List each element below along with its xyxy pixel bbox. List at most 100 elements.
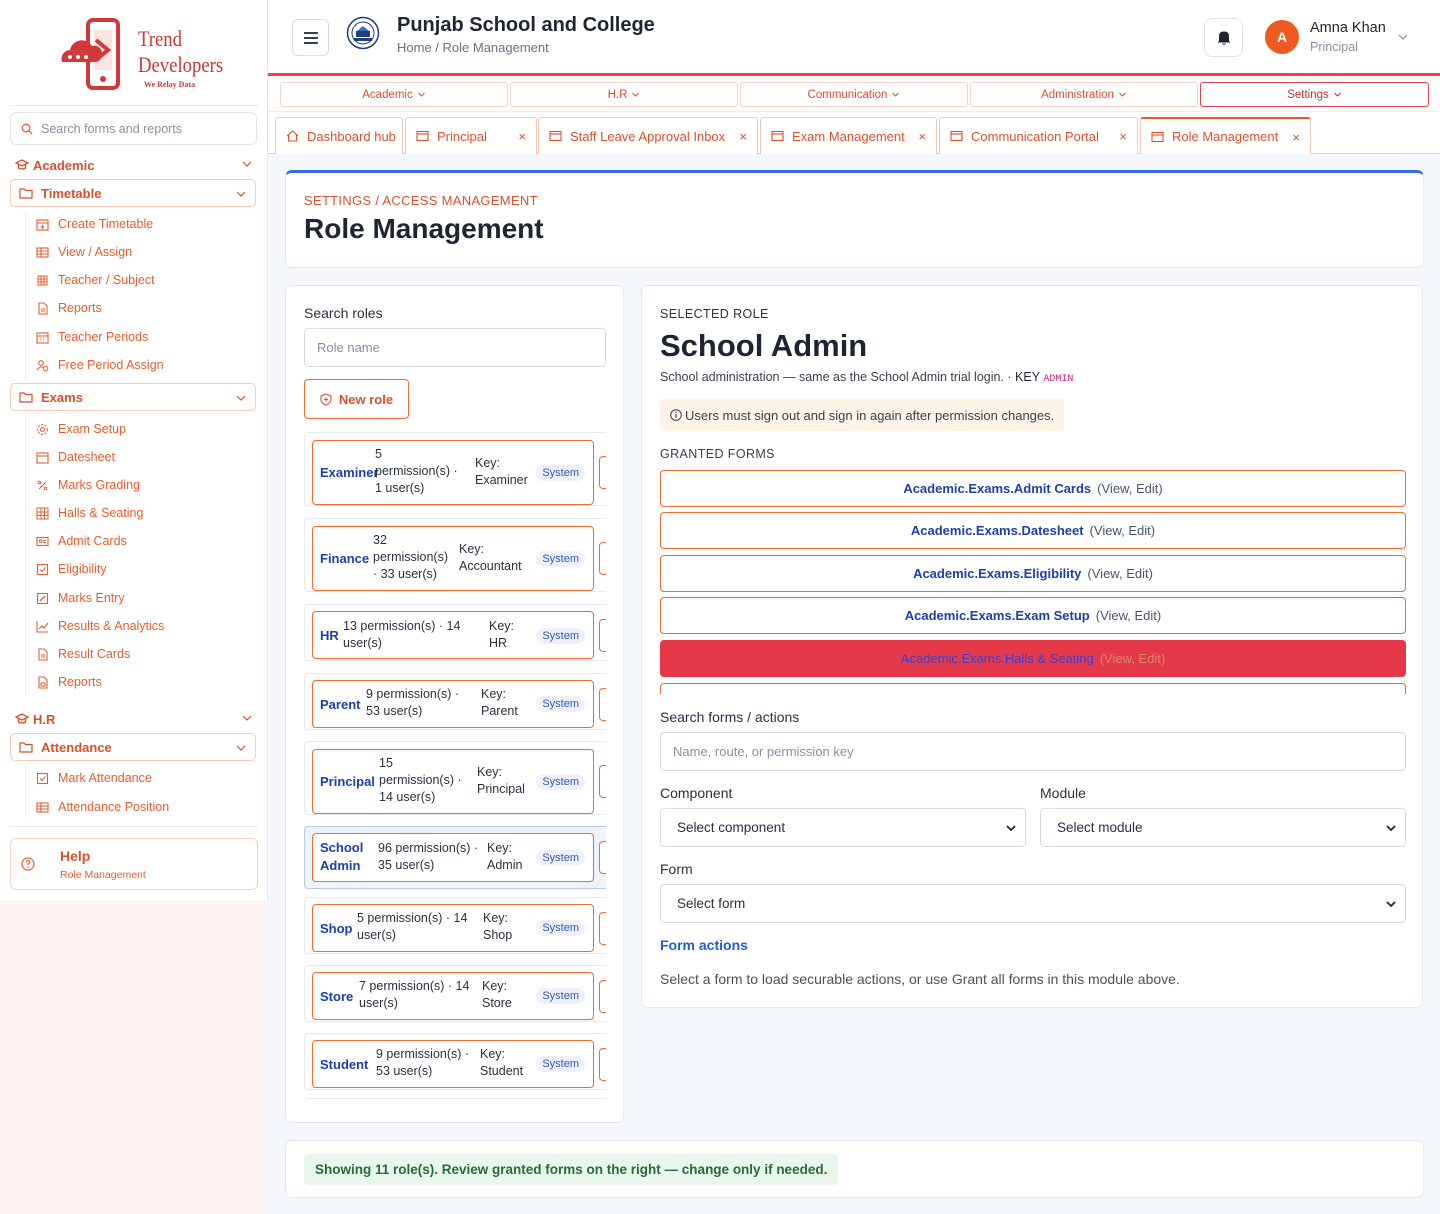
search-icon bbox=[21, 123, 33, 134]
granted-form-item[interactable]: Academic.Exams.Datesheet (View, Edit) bbox=[660, 512, 1406, 549]
module-select[interactable]: Select module bbox=[1040, 808, 1406, 847]
sidebar-item-results-analytics[interactable]: Results & Analytics bbox=[36, 617, 164, 635]
form-select[interactable]: Select form bbox=[660, 884, 1406, 923]
sidebar-item-datesheet[interactable]: Datesheet bbox=[36, 448, 115, 466]
gear-icon bbox=[36, 423, 49, 436]
granted-form-item-highlighted[interactable]: Academic.Exams.Halls & Seating (View, Edi… bbox=[660, 640, 1406, 677]
role-action-button[interactable] bbox=[599, 765, 606, 798]
tab-staff-leave-approval-inbox[interactable]: Staff Leave Approval Inbox × bbox=[538, 117, 758, 154]
role-row-shop[interactable]: Shop 5 permission(s) · 14 user(s) Key: Sh… bbox=[304, 897, 606, 954]
tab-close-icon[interactable]: × bbox=[1119, 129, 1127, 144]
avatar[interactable]: A bbox=[1265, 20, 1299, 54]
tab-principal[interactable]: Principal × bbox=[405, 117, 537, 154]
role-action-button[interactable] bbox=[599, 619, 606, 652]
menu-academic[interactable]: Academic bbox=[280, 82, 508, 107]
role-action-button[interactable] bbox=[599, 912, 606, 945]
role-row-partial[interactable] bbox=[304, 1098, 606, 1102]
role-meta: 96 permission(s) · 35 user(s) bbox=[378, 841, 479, 872]
tab-close-icon[interactable]: × bbox=[1292, 130, 1300, 145]
sidebar-item-view-assign[interactable]: View / Assign bbox=[36, 243, 132, 261]
role-action-button[interactable] bbox=[599, 1048, 606, 1081]
menu-hr[interactable]: H.R bbox=[510, 82, 738, 107]
sidebar-item-exam-setup[interactable]: Exam Setup bbox=[36, 420, 126, 438]
role-row-parent[interactable]: Parent 9 permission(s) · 53 user(s) Key:… bbox=[304, 673, 606, 730]
sidebar-search-placeholder: Search forms and reports bbox=[41, 121, 183, 136]
sidebar-item-teacher-subject[interactable]: Teacher / Subject bbox=[36, 271, 155, 289]
sidebar-item-admit-cards[interactable]: Admit Cards bbox=[36, 532, 127, 550]
table-icon bbox=[36, 801, 49, 814]
tab-close-icon[interactable]: × bbox=[739, 129, 747, 144]
sidebar-item-create-timetable[interactable]: Create Timetable bbox=[36, 215, 153, 233]
sidebar-group-timetable[interactable]: Timetable bbox=[10, 179, 256, 207]
granted-form-item[interactable]: Academic.Exams.Eligibility (View, Edit) bbox=[660, 555, 1406, 592]
role-name: Student bbox=[320, 1057, 369, 1072]
role-row-student[interactable]: Student 9 permission(s) · 53 user(s) Key… bbox=[304, 1033, 606, 1090]
granted-form-item[interactable] bbox=[660, 683, 1406, 694]
calendar-icon bbox=[36, 331, 49, 344]
sidebar-section-hr[interactable]: H.R bbox=[15, 709, 255, 729]
module-label: Module bbox=[1040, 785, 1086, 801]
role-key: Key: Examiner bbox=[475, 456, 528, 487]
tab-close-icon[interactable]: × bbox=[918, 129, 926, 144]
sidebar-item-eligibility[interactable]: Eligibility bbox=[36, 560, 107, 578]
user-name[interactable]: Amna Khan bbox=[1310, 20, 1386, 36]
menu-administration[interactable]: Administration bbox=[970, 82, 1198, 107]
tab-role-management[interactable]: Role Management × bbox=[1140, 117, 1311, 154]
tab-dashboard-hub[interactable]: Dashboard hub bbox=[275, 117, 403, 154]
search-forms-input[interactable]: Name, route, or permission key bbox=[660, 732, 1406, 771]
tab-close-icon[interactable]: × bbox=[518, 129, 526, 144]
menu-communication[interactable]: Communication bbox=[740, 82, 968, 107]
form-actions-description: Select a form to load securable actions,… bbox=[660, 971, 1180, 987]
folder-icon bbox=[19, 188, 33, 199]
sidebar-item-teacher-periods[interactable]: Teacher Periods bbox=[36, 328, 148, 346]
sidebar-group-exams[interactable]: Exams bbox=[10, 383, 256, 411]
chevron-down-icon[interactable] bbox=[1397, 31, 1409, 43]
role-row-school-admin[interactable]: School Admin 96 permission(s) · 35 user(s… bbox=[304, 826, 606, 889]
role-action-button[interactable] bbox=[599, 456, 606, 489]
role-row-finance[interactable]: Finance 32 permission(s) · 33 user(s) Ke… bbox=[304, 518, 606, 592]
sidebar-item-halls-seating[interactable]: Halls & Seating bbox=[36, 504, 143, 522]
role-key: Key: Admin bbox=[487, 841, 523, 872]
open-tabs-bar: Dashboard hub Principal × Staff Leave Ap… bbox=[268, 112, 1440, 154]
role-action-button[interactable] bbox=[599, 841, 606, 874]
window-icon bbox=[771, 130, 784, 142]
sidebar-item-timetable-reports[interactable]: Reports bbox=[36, 299, 102, 317]
brand-logo: Trend Developers We Relay Data bbox=[58, 18, 223, 94]
sidebar-item-result-cards[interactable]: Result Cards bbox=[36, 645, 130, 663]
brand-tagline: We Relay Data bbox=[144, 80, 196, 89]
sidebar-item-mark-attendance[interactable]: Mark Attendance bbox=[36, 769, 152, 787]
sidebar-item-marks-grading[interactable]: Marks Grading bbox=[36, 476, 140, 494]
menu-toggle-button[interactable] bbox=[292, 19, 329, 56]
role-action-button[interactable] bbox=[599, 980, 606, 1013]
sidebar-search-input[interactable]: Search forms and reports bbox=[10, 112, 257, 145]
help-icon bbox=[21, 857, 35, 871]
new-role-button[interactable]: New role bbox=[304, 379, 409, 419]
granted-form-item[interactable]: Academic.Exams.Exam Setup (View, Edit) bbox=[660, 597, 1406, 634]
search-roles-input[interactable]: Role name bbox=[304, 328, 606, 367]
role-row-store[interactable]: Store 7 permission(s) · 14 user(s) Key: S… bbox=[304, 965, 606, 1022]
help-card[interactable]: Help Role Management bbox=[10, 838, 258, 890]
sidebar-item-attendance-position[interactable]: Attendance Position bbox=[36, 798, 169, 816]
role-meta: 7 permission(s) · 14 user(s) bbox=[359, 979, 470, 1010]
notifications-button[interactable] bbox=[1204, 18, 1243, 57]
role-row-hr[interactable]: HR 13 permission(s) · 14 user(s) Key: HR … bbox=[304, 604, 606, 661]
chevron-down-icon bbox=[632, 92, 640, 97]
menu-settings[interactable]: Settings bbox=[1200, 82, 1429, 107]
tab-exam-management[interactable]: Exam Management × bbox=[760, 117, 937, 154]
role-action-button[interactable] bbox=[599, 688, 606, 721]
sidebar-group-label: Exams bbox=[41, 389, 83, 405]
role-action-button[interactable] bbox=[599, 542, 606, 575]
sidebar-item-free-period-assign[interactable]: Free Period Assign bbox=[36, 356, 164, 374]
role-row-principal[interactable]: Principal 15 permission(s) · 14 user(s) … bbox=[304, 741, 606, 815]
help-subtitle: Role Management bbox=[60, 869, 146, 881]
brand-line1: Trend bbox=[138, 26, 183, 51]
chart-line-icon bbox=[36, 620, 49, 633]
component-select[interactable]: Select component bbox=[660, 808, 1026, 847]
role-row-examiner[interactable]: Examiner 5 permission(s) · 1 user(s) Key… bbox=[304, 432, 606, 506]
sidebar-item-marks-entry[interactable]: Marks Entry bbox=[36, 589, 125, 607]
granted-form-item[interactable]: Academic.Exams.Admit Cards (View, Edit) bbox=[660, 470, 1406, 507]
sidebar-section-academic[interactable]: Academic bbox=[15, 155, 255, 175]
sidebar-group-attendance[interactable]: Attendance bbox=[10, 733, 256, 761]
sidebar-item-exam-reports[interactable]: Reports bbox=[36, 673, 102, 691]
tab-communication-portal[interactable]: Communication Portal × bbox=[939, 117, 1138, 154]
